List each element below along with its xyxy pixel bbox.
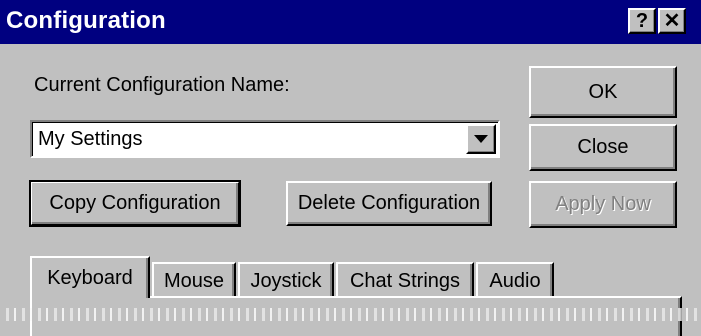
ok-button[interactable]: OK	[529, 66, 677, 118]
config-name-label: Current Configuration Name:	[34, 74, 290, 96]
close-window-button[interactable]: ✕	[658, 8, 686, 34]
apply-now-button[interactable]: Apply Now	[529, 181, 677, 228]
tab-joystick[interactable]: Joystick	[238, 262, 334, 298]
chevron-down-icon	[474, 135, 488, 143]
configuration-dialog: Configuration ? ✕ Current Configuration …	[0, 0, 701, 336]
help-icon: ?	[635, 10, 649, 32]
tab-audio[interactable]: Audio	[476, 262, 554, 298]
config-name-dropdown[interactable]: My Settings	[30, 120, 500, 158]
tab-chat-strings[interactable]: Chat Strings	[336, 262, 474, 298]
config-name-value: My Settings	[38, 128, 143, 150]
window-title: Configuration	[6, 7, 166, 34]
copy-configuration-button[interactable]: Copy Configuration	[29, 180, 241, 227]
close-icon: ✕	[663, 10, 681, 32]
delete-configuration-button[interactable]: Delete Configuration	[286, 181, 492, 226]
tab-keyboard[interactable]: Keyboard	[30, 256, 150, 298]
tab-mouse[interactable]: Mouse	[152, 262, 236, 298]
close-button[interactable]: Close	[529, 124, 677, 171]
dropdown-button[interactable]	[466, 124, 496, 154]
title-bar[interactable]: Configuration ? ✕	[0, 0, 701, 44]
help-button[interactable]: ?	[628, 8, 656, 34]
scan-artifact	[0, 308, 701, 321]
